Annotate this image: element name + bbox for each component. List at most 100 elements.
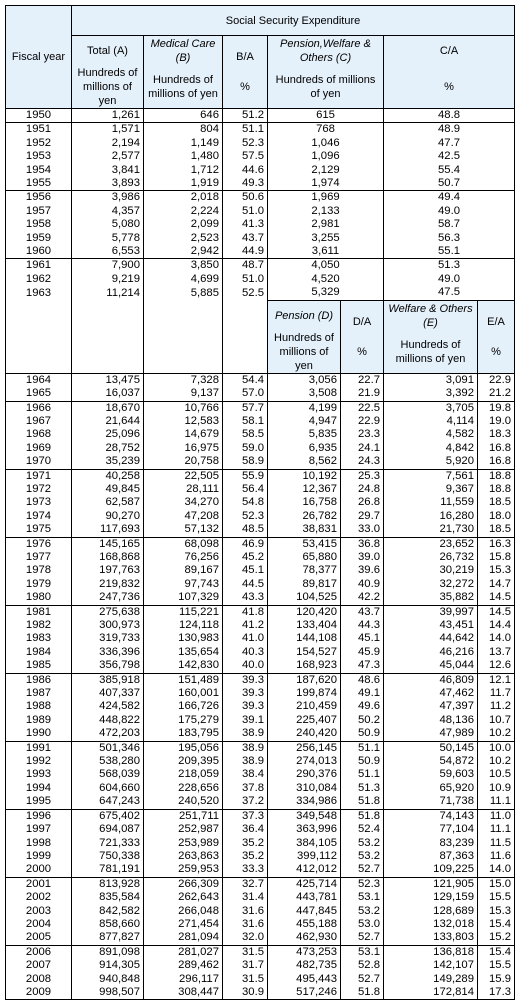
ba-cell: 33.3	[222, 863, 268, 878]
ea-cell: 18.0	[477, 509, 515, 524]
ea-cell: 10.0	[477, 740, 515, 756]
da-cell: 43.7	[340, 604, 384, 619]
pension-d-cell: 38,831	[267, 523, 341, 538]
ba-cell: 52.3	[222, 136, 268, 151]
medical-b-cell: 89,167	[143, 564, 223, 578]
ea-cell: 16.3	[477, 536, 515, 551]
welfare-e-cell: 26,732	[383, 550, 478, 565]
ba-cell: 41.0	[222, 632, 268, 646]
fiscal-year-cell: 1957	[5, 204, 72, 219]
total-a-cell: 336,396	[71, 645, 144, 660]
fiscal-year-cell: 1958	[5, 218, 72, 232]
fiscal-year-cell: 1998	[5, 836, 72, 850]
total-a-cell: 472,203	[71, 727, 144, 742]
table-row: 2003 842,582 266,048 31.6 447,845 53.2 128,689…	[5, 904, 515, 918]
da-cell: 53.2	[340, 836, 384, 850]
header-ca-unit: %	[383, 66, 515, 109]
fiscal-year-cell: 1975	[5, 523, 72, 538]
medical-b-cell: 20,758	[143, 455, 223, 470]
total-a-cell: 197,763	[71, 564, 144, 578]
pwo-c-cell: 768	[267, 122, 384, 137]
ea-cell: 15.4	[477, 944, 515, 960]
blank-year-cell	[5, 300, 72, 374]
da-cell: 49.6	[340, 700, 384, 714]
ba-cell: 45.1	[222, 564, 268, 578]
fiscal-year-cell: 1961	[5, 258, 72, 273]
total-a-cell: 9,219	[71, 272, 144, 287]
fiscal-year-cell: 1976	[5, 536, 72, 551]
medical-b-cell: 151,489	[143, 672, 223, 688]
total-a-cell: 448,822	[71, 713, 144, 728]
medical-b-cell: 12,583	[143, 414, 223, 429]
total-a-cell: 501,346	[71, 740, 144, 756]
ba-cell: 49.3	[222, 177, 268, 191]
medical-b-cell: 28,111	[143, 482, 223, 497]
pension-d-cell: 334,986	[267, 795, 341, 810]
table-row: 1972 49,845 28,111 56.4 12,367 24.8 9,367 18.8	[5, 482, 515, 497]
ba-cell: 57.5	[222, 150, 268, 164]
table-row: 1956 3,986 2,018 50.6 1,969 49.4	[5, 190, 515, 205]
ba-cell: 37.3	[222, 808, 268, 824]
total-a-cell: 721,333	[71, 836, 144, 850]
table-row: 1950 1,261 646 51.2 615 48.8	[5, 107, 515, 123]
ba-cell: 31.6	[222, 904, 268, 918]
table-row: 1977 168,868 76,256 45.2 65,880 39.0 26,732 15.…	[5, 550, 515, 565]
ca-cell: 51.3	[383, 258, 515, 273]
ca-cell: 55.1	[383, 245, 515, 259]
welfare-e-cell: 83,239	[383, 836, 478, 850]
table-row: 1952 2,194 1,149 52.3 1,046 47.7	[5, 136, 515, 151]
pension-d-cell: 187,620	[267, 672, 341, 688]
table-row: 1986 385,918 151,489 39.3 187,620 48.6 46,809 1…	[5, 672, 515, 688]
ca-cell: 56.3	[383, 231, 515, 246]
ea-cell: 12.1	[477, 672, 515, 688]
ca-cell: 42.5	[383, 150, 515, 164]
da-cell: 51.1	[340, 768, 384, 782]
welfare-e-cell: 47,462	[383, 687, 478, 701]
total-a-cell: 168,868	[71, 550, 144, 565]
da-cell: 24.1	[340, 441, 384, 456]
ea-cell: 19.8	[477, 400, 515, 415]
ba-cell: 38.9	[222, 740, 268, 756]
table-row: 2001 813,928 266,309 32.7 425,714 52.3 121,905…	[5, 876, 515, 892]
medical-b-cell: 142,830	[143, 659, 223, 674]
ea-cell: 18.3	[477, 428, 515, 442]
table-row: 1988 424,582 166,726 39.3 210,459 49.6 47,397 1…	[5, 700, 515, 714]
medical-b-cell: 68,098	[143, 536, 223, 551]
fiscal-year-cell: 1956	[5, 190, 72, 205]
fiscal-year-cell: 1965	[5, 387, 72, 401]
fiscal-year-cell: 1994	[5, 781, 72, 796]
medical-b-cell: 240,520	[143, 795, 223, 810]
medical-b-cell: 5,885	[143, 286, 223, 301]
medical-b-cell: 7,328	[143, 372, 223, 388]
pwo-c-cell: 2,981	[267, 218, 384, 232]
fiscal-year-cell: 1995	[5, 795, 72, 810]
pension-d-cell: 517,246	[267, 985, 341, 1000]
ea-cell: 11.0	[477, 808, 515, 824]
welfare-e-cell: 5,920	[383, 455, 478, 470]
da-cell: 51.3	[340, 781, 384, 796]
table-row: 1976 145,165 68,098 46.9 53,415 36.8 23,652 16.…	[5, 536, 515, 551]
table-row: 1994 604,660 228,656 37.8 310,084 51.3 65,920 1…	[5, 781, 515, 796]
fiscal-year-cell: 1978	[5, 564, 72, 578]
pension-d-cell: 363,996	[267, 823, 341, 837]
da-cell: 24.3	[340, 455, 384, 470]
medical-b-cell: 166,726	[143, 700, 223, 714]
welfare-e-cell: 59,603	[383, 768, 478, 782]
total-a-cell: 247,736	[71, 591, 144, 606]
medical-b-cell: 263,863	[143, 849, 223, 864]
total-a-cell: 117,693	[71, 523, 144, 538]
pension-d-cell: 78,377	[267, 564, 341, 578]
medical-b-cell: 289,462	[143, 959, 223, 973]
medical-b-cell: 16,975	[143, 441, 223, 456]
pension-d-cell: 144,108	[267, 632, 341, 646]
table-row: 1992 538,280 209,395 38.9 274,013 50.9 54,872 1…	[5, 755, 515, 769]
ba-cell: 31.5	[222, 944, 268, 960]
table-row: 1993 568,039 218,059 38.4 290,376 51.1 59,603 1…	[5, 768, 515, 782]
total-a-cell: 568,039	[71, 768, 144, 782]
welfare-e-cell: 142,107	[383, 959, 478, 973]
da-cell: 49.1	[340, 687, 384, 701]
blank-total-cell	[71, 300, 144, 374]
total-a-cell: 675,402	[71, 808, 144, 824]
table-row: 1996 675,402 251,711 37.3 349,548 51.8 74,143 1…	[5, 808, 515, 824]
header-medical-care-b: Medical Care (B)	[143, 35, 223, 66]
